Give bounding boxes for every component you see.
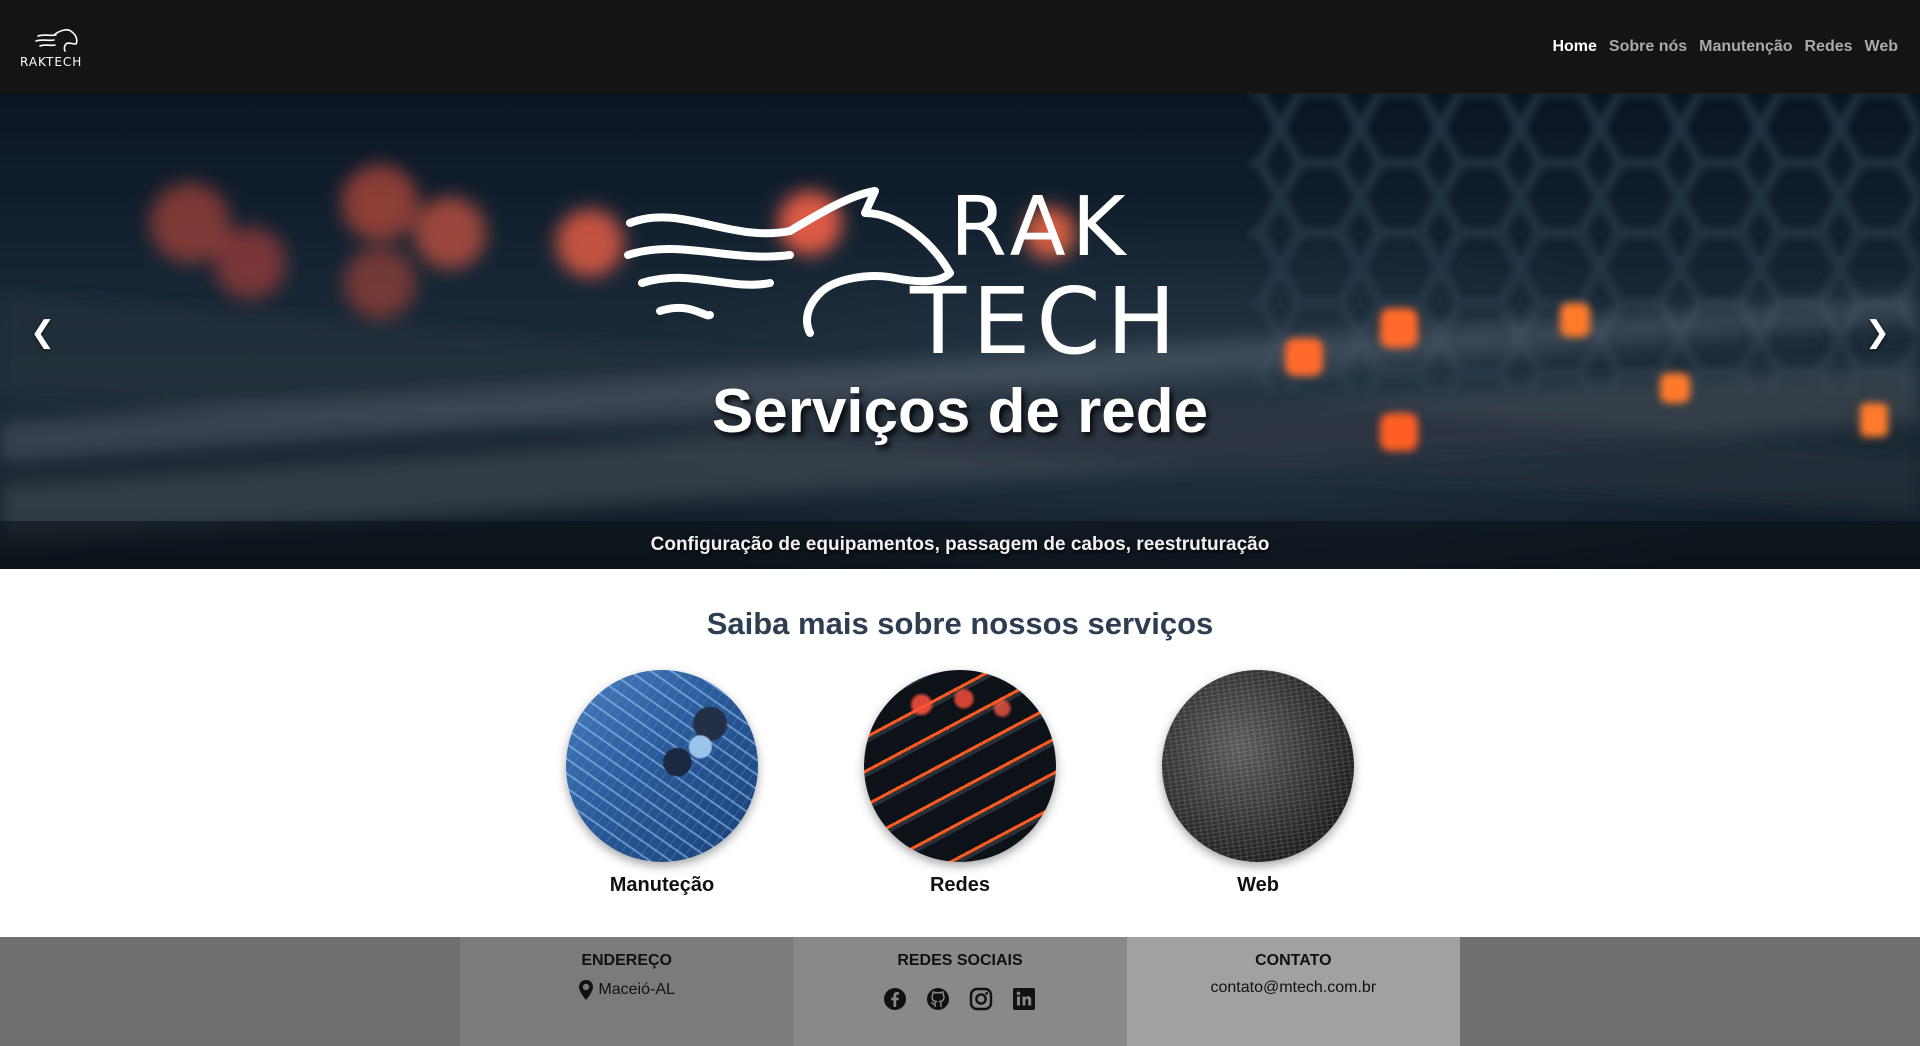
network-cables-image[interactable] [864, 670, 1056, 862]
service-card-redes[interactable]: Redes [864, 670, 1056, 897]
address-heading: ENDEREÇO [581, 952, 672, 969]
footer: ENDEREÇO Maceió-AL REDES SOCIAIS CONTATO… [0, 937, 1920, 1046]
service-card-manutencao[interactable]: Manuteção [566, 670, 758, 897]
address-line: Maceió-AL [578, 979, 675, 1001]
nav-links: Home Sobre nós Manutenção Redes Web [1552, 38, 1900, 56]
social-icons [883, 987, 1036, 1011]
nav-sobre-nos[interactable]: Sobre nós [1609, 38, 1687, 56]
service-label[interactable]: Manuteção [610, 874, 714, 897]
footer-social: REDES SOCIAIS [793, 937, 1127, 1046]
services-heading: Saiba mais sobre nossos serviços [706, 606, 1214, 641]
carousel-prev-arrow[interactable]: ❮ [30, 315, 55, 350]
contact-email[interactable]: contato@mtech.com.br [1211, 979, 1377, 997]
carousel-next-arrow[interactable]: ❯ [1865, 315, 1890, 350]
svg-text:RAK: RAK [950, 183, 1132, 275]
footer-contact: CONTATO contato@mtech.com.br [1126, 937, 1460, 1046]
footer-address: ENDEREÇO Maceió-AL [460, 937, 794, 1046]
raktech-hero-logo: RAK TECH [624, 183, 1182, 363]
services-list: Manuteção Redes Web [0, 670, 1920, 897]
address-text: Maceió-AL [598, 981, 675, 998]
svg-text:RAKTECH: RAKTECH [20, 55, 82, 69]
facebook-icon[interactable] [883, 987, 907, 1011]
svg-text:TECH: TECH [909, 268, 1182, 363]
nav-manutencao[interactable]: Manutenção [1699, 38, 1792, 56]
hero-carousel: RAK TECH Serviços de rede Configuração d… [0, 93, 1920, 569]
instagram-icon[interactable] [969, 987, 993, 1011]
code-screen-image[interactable] [1162, 670, 1354, 862]
service-label[interactable]: Redes [930, 874, 990, 897]
social-heading: REDES SOCIAIS [897, 952, 1023, 969]
github-icon[interactable] [926, 987, 950, 1011]
navbar: RAKTECH Home Sobre nós Manutenção Redes … [0, 0, 1920, 93]
contact-heading: CONTATO [1255, 952, 1332, 969]
nav-redes[interactable]: Redes [1804, 38, 1852, 56]
linkedin-icon[interactable] [1012, 987, 1036, 1011]
footer-columns: ENDEREÇO Maceió-AL REDES SOCIAIS CONTATO… [460, 937, 1460, 1046]
service-card-web[interactable]: Web [1162, 670, 1354, 897]
nav-web[interactable]: Web [1865, 38, 1898, 56]
circuit-board-image[interactable] [566, 670, 758, 862]
hero-caption: Configuração de equipamentos, passagem d… [650, 534, 1270, 555]
raktech-logo[interactable]: RAKTECH [20, 22, 110, 72]
map-pin-icon [579, 980, 594, 1000]
hero-caption-bar: Configuração de equipamentos, passagem d… [0, 521, 1920, 569]
nav-home[interactable]: Home [1552, 38, 1596, 56]
service-label[interactable]: Web [1237, 874, 1279, 897]
hero-title: Serviços de rede [711, 377, 1209, 446]
